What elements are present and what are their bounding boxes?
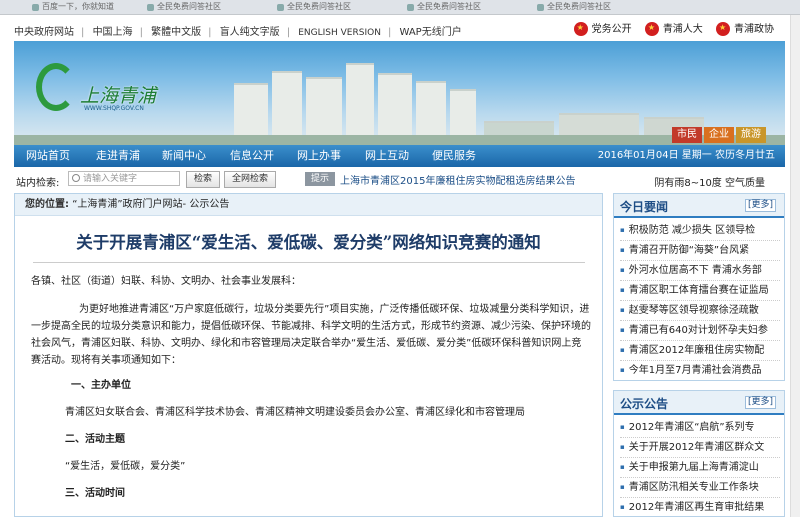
notice-title: 公示公告: [620, 397, 669, 411]
notice-item[interactable]: 青浦区防汛相关专业工作条块: [620, 478, 780, 498]
npc-label: 青浦人大: [662, 24, 703, 35]
tag-enterprise[interactable]: 企业: [704, 127, 734, 143]
today-news-title: 今日要闻: [620, 200, 669, 214]
tip-label: 提示: [305, 172, 335, 186]
news-item[interactable]: 今年1月至7月青浦社会消费品: [620, 361, 780, 380]
top-link-english[interactable]: ENGLISH VERSION: [298, 28, 381, 38]
section-heading: 三、活动时间: [65, 488, 125, 499]
search-icon: [72, 174, 80, 182]
banner-building: [272, 71, 302, 145]
section-heading: 一、主办单位: [71, 380, 131, 391]
browser-tab[interactable]: 百度一下，你就知道: [30, 1, 114, 13]
notice-item[interactable]: 关于开展2012年青浦区群众文: [620, 438, 780, 458]
top-utility-bar: 中央政府网站 | 中国上海 | 繁體中文版 | 盲人纯文字版 | ENGLISH VER…: [0, 15, 800, 41]
news-item[interactable]: 青浦区职工体育擂台赛在证监局: [620, 281, 780, 301]
top-link-central-gov[interactable]: 中央政府网站: [14, 27, 74, 38]
banner-building: [346, 63, 374, 145]
today-news-header: 今日要闻 [更多]: [614, 194, 784, 218]
nav-online-services[interactable]: 网上办事: [297, 145, 341, 167]
nav-news[interactable]: 新闻中心: [162, 145, 206, 167]
section-heading: 二、活动主题: [65, 434, 125, 445]
section-text: “爱生活，爱低碳，爱分类”: [65, 461, 186, 472]
browser-tab-strip: 百度一下，你就知道 全民免费问答社区 全民免费问答社区 全民免费问答社区 全民免…: [0, 0, 800, 15]
weather-info: 阴有雨8~10度 空气质量: [654, 178, 765, 189]
party-affairs-link[interactable]: 党务公开: [573, 20, 632, 36]
nav-home[interactable]: 网站首页: [26, 145, 70, 167]
breadcrumb-label: 您的位置:: [25, 199, 69, 210]
search-input[interactable]: 请输入关键字: [68, 171, 180, 186]
article-salutation: 各镇、社区（街道）妇联、科协、文明办、社会事业发展科：: [31, 276, 301, 287]
top-link-traditional[interactable]: 繁體中文版: [151, 27, 201, 38]
browser-tab[interactable]: 全民免费问答社区: [535, 1, 611, 13]
news-item[interactable]: 青浦已有640对计划怀孕夫妇参: [620, 321, 780, 341]
news-item[interactable]: 积极防范 减少损失 区领导检: [620, 221, 780, 241]
top-link-shanghai[interactable]: 中国上海: [93, 27, 133, 38]
today-news-panel: 今日要闻 [更多] 积极防范 减少损失 区领导检 青浦召开防御“海葵”台风紧 外…: [613, 193, 785, 381]
top-right-links: 党务公开 青浦人大 青浦政协: [564, 20, 774, 36]
top-link-accessible[interactable]: 盲人纯文字版: [220, 27, 280, 38]
breadcrumb-path[interactable]: “上海青浦”政府门户网站- 公示公告: [72, 199, 229, 210]
party-affairs-label: 党务公开: [591, 24, 632, 35]
cppcc-label: 青浦政协: [734, 24, 774, 35]
cppcc-emblem-icon: [716, 22, 730, 36]
tag-tourism[interactable]: 旅游: [736, 127, 766, 143]
cppcc-link[interactable]: 青浦政协: [716, 20, 774, 36]
banner-ground: [14, 135, 785, 145]
notice-item[interactable]: 2012年青浦区再生育审批结果: [620, 498, 780, 516]
title-divider: [33, 262, 585, 263]
npc-link[interactable]: 青浦人大: [644, 20, 703, 36]
section-text: 青浦区妇女联合会、青浦区科学技术协会、青浦区精神文明建设委员会办公室、青浦区绿化…: [65, 407, 525, 418]
logo-c-icon: [36, 63, 76, 111]
nav-about-qingpu[interactable]: 走进青浦: [96, 145, 140, 167]
browser-tab[interactable]: 全民免费问答社区: [405, 1, 481, 13]
news-item[interactable]: 外河水位居高不下 青浦水务部: [620, 261, 780, 281]
main-nav: 网站首页 走进青浦 新闻中心 信息公开 网上办事 网上互动 便民服务 2016年…: [14, 145, 785, 167]
notice-more-link[interactable]: [更多]: [744, 396, 776, 409]
notice-item[interactable]: 关于申报第九届上海青浦淀山: [620, 458, 780, 478]
page-scrollbar[interactable]: [790, 15, 800, 517]
notice-panel: 公示公告 [更多] 2012年青浦区“启航”系列专 关于开展2012年青浦区群众…: [613, 390, 785, 517]
logo-text: 上海青浦: [80, 85, 157, 107]
news-item[interactable]: 赵雯琴等区领导视察徐泾疏散: [620, 301, 780, 321]
scrolling-notice[interactable]: 上海市青浦区2015年廉租住房实物配租选房结果公告: [340, 172, 575, 187]
browser-tab[interactable]: 全民免费问答社区: [145, 1, 221, 13]
browser-tab[interactable]: 全民免费问答社区: [275, 1, 351, 13]
breadcrumb: 您的位置: “上海青浦”政府门户网站- 公示公告: [15, 194, 602, 216]
nav-convenience[interactable]: 便民服务: [432, 145, 476, 167]
logo-url: WWW.SHQP.GOV.CN: [84, 105, 144, 112]
article-body: 为更好地推进青浦区“万户家庭低碳行，垃圾分类要先行”项目实施，广泛传播低碳环保、…: [31, 304, 591, 366]
notice-header: 公示公告 [更多]: [614, 391, 784, 415]
article-title: 关于开展青浦区“爱生活、爱低碳、爱分类”网络知识竞赛的通知: [76, 233, 541, 252]
nav-info-public[interactable]: 信息公开: [230, 145, 274, 167]
search-label: 站内检索:: [16, 178, 60, 189]
tag-citizen[interactable]: 市民: [672, 127, 702, 143]
header-banner: 上海青浦 WWW.SHQP.GOV.CN 市民 企业 旅游: [14, 41, 785, 145]
search-bar: 站内检索: 请输入关键字 检索 全网检索 提示 上海市青浦区2015年廉租住房实…: [14, 171, 785, 189]
notice-item[interactable]: 2012年青浦区“启航”系列专: [620, 418, 780, 438]
party-emblem-icon: [573, 22, 588, 36]
news-item[interactable]: 青浦区2012年廉租住房实物配: [620, 341, 780, 361]
nav-date: 2016年01月04日 星期一 农历冬月廿五: [597, 150, 775, 161]
news-item[interactable]: 青浦召开防御“海葵”台风紧: [620, 241, 780, 261]
today-news-more-link[interactable]: [更多]: [744, 199, 776, 212]
national-emblem-icon: [644, 22, 659, 36]
top-links: 中央政府网站 | 中国上海 | 繁體中文版 | 盲人纯文字版 | ENGLISH VER…: [14, 27, 462, 38]
full-search-button[interactable]: 全网检索: [224, 171, 276, 188]
nav-interaction[interactable]: 网上互动: [365, 145, 409, 167]
top-link-wap[interactable]: WAP无线门户: [400, 27, 462, 38]
search-button[interactable]: 检索: [186, 171, 220, 188]
article-panel: 您的位置: “上海青浦”政府门户网站- 公示公告 关于开展青浦区“爱生活、爱低碳…: [14, 193, 603, 517]
